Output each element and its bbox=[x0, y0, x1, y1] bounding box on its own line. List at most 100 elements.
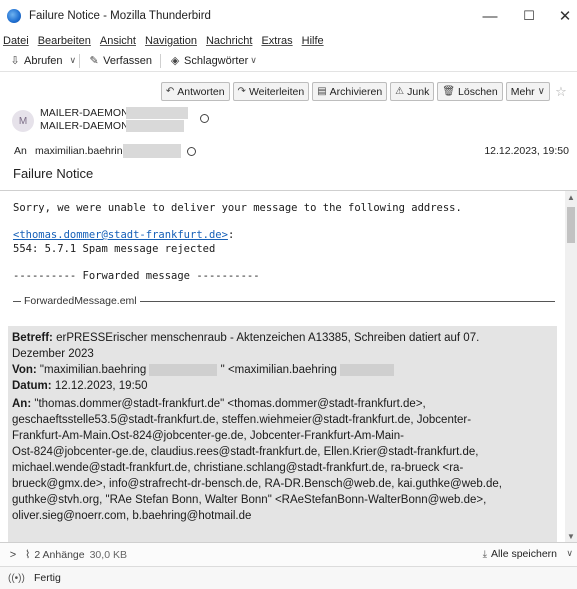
menu-edit[interactable]: Bearbeiten bbox=[38, 35, 91, 47]
reply-button[interactable]: ↶ Antworten bbox=[160, 82, 230, 101]
forwarded-to-line: michael.wende@stadt-frankfurt.de, christ… bbox=[12, 462, 464, 474]
pencil-icon: ✎ bbox=[89, 55, 99, 67]
get-mail-icon: ⇩ bbox=[10, 55, 20, 67]
failed-address-line: <thomas.dommer@stadt-frankfurt.de>: bbox=[13, 229, 234, 241]
compose-button[interactable]: ✎ Verfassen bbox=[83, 51, 157, 71]
menu-view[interactable]: Ansicht bbox=[100, 35, 136, 47]
junk-icon: ⚠ bbox=[395, 86, 405, 97]
tags-button[interactable]: ◈ Schlagwörter ∨ bbox=[164, 51, 262, 71]
menu-tools[interactable]: Extras bbox=[261, 35, 292, 47]
forwarded-from-tail: " <maximilian.baehring bbox=[220, 364, 337, 376]
forwarded-to-line: Ost-824@jobcenter-ge.de, claudius.rees@s… bbox=[12, 446, 479, 458]
attachment-title: ForwardedMessage.eml bbox=[24, 295, 137, 307]
forwarded-to-line: geschaeftsstelle53.5@stadt-frankfurt.de,… bbox=[12, 414, 472, 426]
chevron-down-icon: ∨ bbox=[250, 55, 257, 65]
attachment-header[interactable]: ForwardedMessage.eml bbox=[13, 295, 555, 307]
reply-icon: ↶ bbox=[165, 86, 175, 97]
scroll-up-icon[interactable]: ▲ bbox=[565, 191, 577, 203]
to-label: An bbox=[14, 145, 27, 157]
forward-button[interactable]: ↷ Weiterleiten bbox=[232, 82, 310, 101]
more-button[interactable]: Mehr ∨ bbox=[505, 82, 550, 101]
message-header: ↶ Antworten ↷ Weiterleiten ▤ Archivieren… bbox=[0, 73, 577, 200]
save-all-button[interactable]: ⤓ Alle speichern bbox=[483, 548, 557, 560]
forwarded-headers: Betreff: erPRESSErischer menschenraub - … bbox=[8, 326, 557, 542]
forward-label: Weiterleiten bbox=[248, 85, 305, 98]
forwarded-to-line: guthke@stvh.org, "RAe Stefan Bonn, Walte… bbox=[12, 494, 487, 506]
attachment-size: 30,0 KB bbox=[89, 548, 127, 561]
forwarded-to-line: Frankfurt-Am-Main.Ost-824@jobcenter-ge.d… bbox=[12, 430, 404, 442]
tags-label: Schlagwörter bbox=[184, 54, 249, 67]
toolbar-separator bbox=[79, 53, 81, 68]
delete-label: Löschen bbox=[458, 85, 498, 98]
forwarded-to-label: An: bbox=[12, 398, 32, 410]
attachment-rule-left bbox=[13, 300, 21, 302]
save-all-dropdown-icon[interactable]: ∨ bbox=[566, 548, 573, 559]
minimize-button[interactable]: — bbox=[470, 0, 510, 32]
header-actions: ↶ Antworten ↷ Weiterleiten ▤ Archivieren… bbox=[160, 82, 569, 101]
forwarded-subject: Betreff: erPRESSErischer menschenraub - … bbox=[12, 330, 554, 362]
forwarded-to-line: "thomas.dommer@stadt-frankfurt.de" <thom… bbox=[34, 398, 426, 410]
attachment-rule-right bbox=[139, 300, 555, 302]
forwarded-separator: ---------- Forwarded message ---------- bbox=[13, 270, 260, 282]
get-mail-dropdown-icon[interactable]: ∨ bbox=[70, 55, 77, 66]
expand-attachments-icon[interactable]: > bbox=[7, 549, 19, 561]
from-name[interactable]: MAILER-DAEMON bbox=[40, 107, 129, 119]
attachment-count[interactable]: 2 Anhänge bbox=[34, 549, 84, 561]
delete-button[interactable]: 🗑 Löschen bbox=[437, 82, 503, 101]
forward-icon: ↷ bbox=[237, 86, 246, 97]
attachment-bar: > ⌇ 2 Anhänge 30,0 KB ⤓ Alle speichern ∨ bbox=[0, 542, 577, 566]
bounce-intro: Sorry, we were unable to deliver your me… bbox=[13, 202, 462, 214]
star-icon[interactable]: ☆ bbox=[553, 82, 569, 101]
error-line: 554: 5.7.1 Spam message rejected bbox=[13, 243, 216, 255]
message-body: Sorry, we were unable to deliver your me… bbox=[0, 191, 565, 542]
redacted-block bbox=[123, 144, 181, 158]
avatar: M bbox=[12, 110, 34, 132]
maximize-button[interactable]: ☐ bbox=[509, 0, 549, 32]
tag-icon: ◈ bbox=[170, 55, 180, 67]
to-recipient[interactable]: maximilian.baehring bbox=[35, 145, 128, 157]
reply-label: Antworten bbox=[177, 85, 225, 98]
forwarded-to-line: brueck@gmx.de>, info@strafrecht-dr-bensc… bbox=[12, 478, 502, 490]
forwarded-to: An: "thomas.dommer@stadt-frankfurt.de" <… bbox=[12, 396, 554, 524]
toolbar-separator bbox=[160, 53, 162, 68]
get-mail-label: Abrufen bbox=[24, 54, 63, 67]
menu-help[interactable]: Hilfe bbox=[302, 35, 324, 47]
thunderbird-app-icon bbox=[7, 9, 21, 23]
close-button[interactable]: ✕ bbox=[545, 0, 577, 32]
junk-label: Junk bbox=[407, 85, 430, 98]
archive-icon: ▤ bbox=[317, 86, 327, 97]
paperclip-icon: ⌇ bbox=[25, 549, 31, 561]
add-contact-icon[interactable] bbox=[187, 147, 196, 156]
from-address[interactable]: MAILER-DAEMON bbox=[40, 120, 129, 132]
forwarded-from-value: "maximilian.baehring bbox=[39, 364, 147, 376]
add-contact-icon[interactable] bbox=[200, 114, 209, 123]
menu-message[interactable]: Nachricht bbox=[206, 35, 252, 47]
activity-icon: ((•)) bbox=[8, 572, 25, 584]
forwarded-date: Datum: 12.12.2023, 19:50 bbox=[12, 378, 554, 394]
forwarded-date-value: 12.12.2023, 19:50 bbox=[54, 380, 148, 392]
forwarded-subject-line2: Dezember 2023 bbox=[12, 348, 94, 360]
redacted-block bbox=[126, 120, 184, 132]
status-bar: ((•)) Fertig bbox=[0, 566, 577, 589]
scroll-down-icon[interactable]: ▼ bbox=[565, 530, 577, 542]
download-icon: ⤓ bbox=[482, 548, 488, 560]
message-date: 12.12.2023, 19:50 bbox=[484, 145, 569, 157]
save-all-label: Alle speichern bbox=[491, 548, 557, 560]
get-mail-button[interactable]: ⇩ Abrufen bbox=[4, 51, 68, 71]
menu-navigation[interactable]: Navigation bbox=[145, 35, 197, 47]
menu-file[interactable]: Datei bbox=[3, 35, 29, 47]
failed-address-link[interactable]: <thomas.dommer@stadt-frankfurt.de> bbox=[13, 229, 228, 241]
archive-button[interactable]: ▤ Archivieren bbox=[312, 82, 388, 101]
more-label: Mehr bbox=[510, 85, 535, 98]
scroll-thumb[interactable] bbox=[567, 207, 575, 243]
main-toolbar: ⇩ Abrufen ∨ ✎ Verfassen ◈ Schlagwörter ∨ bbox=[0, 50, 577, 72]
body-scrollbar[interactable]: ▲ ▼ bbox=[565, 191, 577, 542]
failed-address-suffix: : bbox=[227, 229, 235, 241]
junk-button[interactable]: ⚠ Junk bbox=[390, 82, 435, 101]
window-title: Failure Notice - Mozilla Thunderbird bbox=[29, 10, 211, 22]
redacted-block bbox=[340, 363, 395, 376]
forwarded-subject-label: Betreff: bbox=[12, 332, 53, 344]
menu-bar: Datei Bearbeiten Ansicht Navigation Nach… bbox=[0, 32, 333, 50]
forwarded-to-line: oliver.sieg@noerr.com, b.baehring@hotmai… bbox=[12, 510, 252, 522]
chevron-down-icon: ∨ bbox=[537, 86, 545, 97]
